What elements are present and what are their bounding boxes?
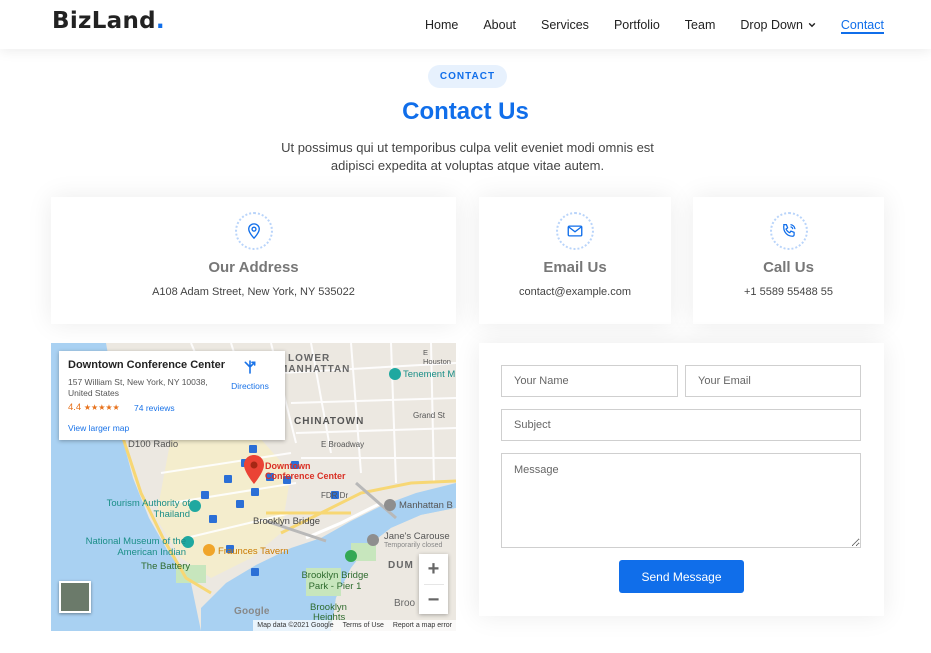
section-description: Ut possimus qui ut temporibus culpa veli…	[281, 140, 654, 173]
map-label-pin: Downtown Conference Center	[265, 461, 346, 481]
map-label-battery: The Battery	[141, 561, 191, 572]
name-input[interactable]	[501, 365, 678, 397]
map-view-larger-link[interactable]: View larger map	[68, 423, 129, 433]
phone-title: Call Us	[763, 259, 814, 276]
nav-dropdown-label: Drop Down	[740, 17, 803, 32]
logo-text: BizLand	[52, 8, 156, 34]
map-rating-value: 4.4	[68, 402, 82, 413]
nav-dropdown[interactable]: Drop Down	[740, 0, 816, 49]
map-report-link[interactable]: Report a map error	[393, 622, 452, 629]
map-label-d100: D100 Radio	[128, 439, 179, 450]
map-rating: 4.4 ★★★★★	[68, 402, 120, 413]
phone-icon	[769, 212, 808, 250]
map-place-title: Downtown Conference Center	[68, 359, 226, 371]
map-data-text: Map data ©2021 Google	[257, 622, 334, 629]
send-message-button[interactable]: Send Message	[619, 560, 744, 593]
email-text[interactable]: contact@example.com	[479, 286, 671, 298]
chevron-down-icon	[808, 22, 816, 27]
email-title: Email Us	[543, 259, 607, 276]
message-textarea[interactable]	[501, 453, 861, 548]
phone-text[interactable]: +1 5589 55488 55	[693, 286, 884, 298]
zoom-out-button[interactable]: −	[419, 585, 448, 615]
map-terms-link[interactable]: Terms of Use	[343, 622, 384, 629]
star-icon: ★★★★★	[83, 403, 120, 412]
map-label-chinatown: CHINATOWN	[294, 416, 365, 427]
map-reviews-link[interactable]: 74 reviews	[134, 403, 175, 413]
nav-portfolio[interactable]: Portfolio	[614, 0, 660, 49]
phone-card: Call Us +1 5589 55488 55	[693, 197, 884, 324]
email-card: Email Us contact@example.com	[479, 197, 671, 324]
map-label-fraunces: Fraunces Tavern	[218, 546, 289, 557]
address-card: Our Address A108 Adam Street, New York, …	[51, 197, 456, 324]
map-label-manhattan: MANHATTAN	[279, 364, 351, 375]
google-logo: Google	[234, 606, 270, 617]
main-nav: Home About Services Portfolio Team Drop …	[400, 0, 885, 49]
nav-team[interactable]: Team	[685, 0, 716, 49]
logo[interactable]: BizLand.	[52, 8, 165, 34]
page-title: Contact Us	[402, 98, 529, 125]
nav-home[interactable]: Home	[425, 0, 458, 49]
address-title: Our Address	[208, 259, 299, 276]
map-pin-icon	[234, 212, 273, 250]
map-label-manhattan-bridge: Manhattan B	[399, 500, 453, 511]
map-label-houston: E Houston	[423, 348, 451, 366]
envelope-icon	[556, 212, 594, 250]
map-label-broo: Broo	[394, 598, 416, 609]
email-input[interactable]	[685, 365, 861, 397]
map-label-temp-closed: Temporarily closed	[384, 542, 443, 549]
section-tag: CONTACT	[428, 65, 507, 88]
map-satellite-toggle[interactable]	[59, 581, 91, 613]
map-label-dum: DUM	[388, 560, 414, 571]
address-text: A108 Adam Street, New York, NY 535022	[152, 286, 355, 298]
map-label-grand: Grand St	[413, 411, 446, 420]
map-label-tenement: Tenement M	[403, 369, 456, 380]
map-label-bb-park: Brooklyn Bridge Park - Pier 1	[301, 570, 369, 592]
map-label-brooklyn-bridge: Brooklyn Bridge	[253, 516, 321, 527]
map-label-e-broadway: E Broadway	[321, 440, 365, 449]
map-label-museum: National Museum of the American Indian	[85, 536, 186, 558]
zoom-in-button[interactable]: +	[419, 554, 448, 584]
map-place-address: 157 William St, New York, NY 10038, Unit…	[68, 377, 208, 398]
map-label-tourism: Tourism Authority of Thailand	[106, 498, 190, 520]
logo-dot: .	[155, 8, 165, 34]
map-zoom-controls: + −	[419, 554, 448, 614]
nav-contact[interactable]: Contact	[840, 0, 885, 49]
nav-about[interactable]: About	[483, 0, 516, 49]
map-attribution: Map data ©2021 Google Terms of Use Repor…	[253, 620, 456, 631]
map-directions-label: Directions	[231, 381, 269, 391]
nav-services[interactable]: Services	[541, 0, 589, 49]
map-label-fdr: FDR Dr	[321, 491, 349, 500]
site-header: BizLand. Home About Services Portfolio T…	[0, 0, 931, 49]
directions-icon	[244, 360, 256, 374]
map-directions-button[interactable]: Directions	[227, 359, 273, 391]
map-label-lower: LOWER	[288, 353, 331, 364]
map-place-card: Downtown Conference Center 157 William S…	[59, 351, 285, 440]
google-map[interactable]: Downtown Conference Center CHINATOWN LOW…	[51, 343, 456, 631]
subject-input[interactable]	[501, 409, 861, 441]
contact-form: Send Message	[479, 343, 884, 616]
map-label-janes: Jane's Carouse	[384, 531, 450, 542]
